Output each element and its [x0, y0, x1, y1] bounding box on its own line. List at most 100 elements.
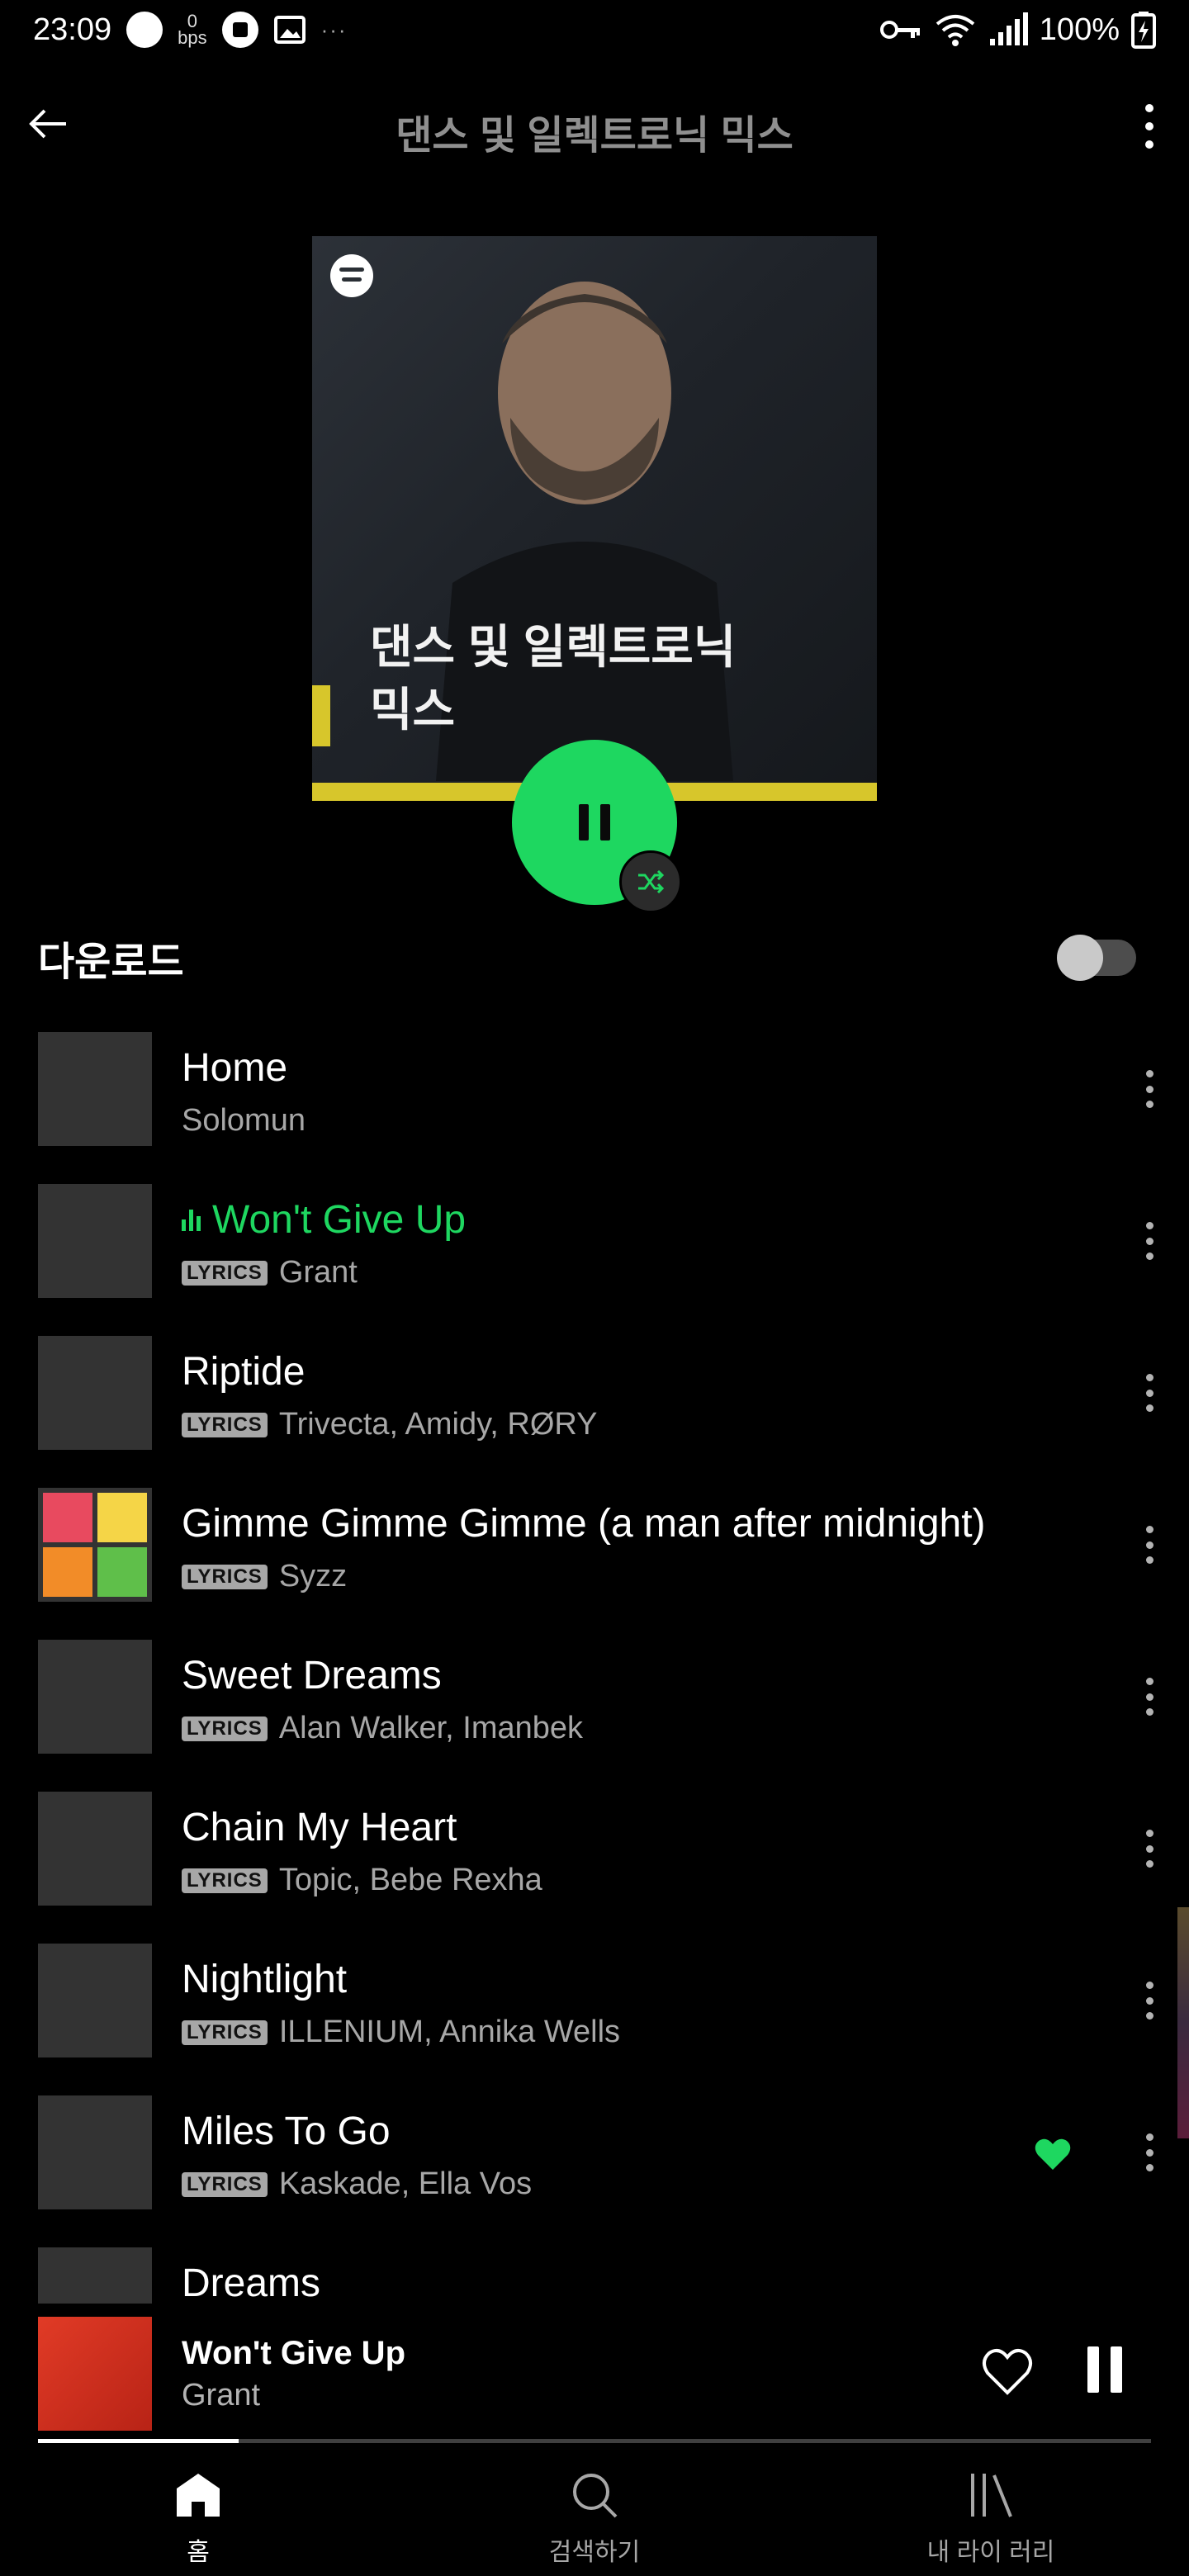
track-more-button[interactable] [1133, 1364, 1166, 1422]
track-row[interactable]: Riptide LYRICS Trivecta, Amidy, RØRY [0, 1324, 1189, 1476]
playlist-header: 댄스 및 일렉트로닉 믹스 [0, 83, 1189, 173]
now-playing-title: Won't Give Up [182, 2335, 405, 2371]
track-subtitle: LYRICS Trivecta, Amidy, RØRY [182, 1407, 598, 1442]
track-title: Nightlight [182, 1958, 348, 2001]
track-subtitle: LYRICS Topic, Bebe Rexha [182, 1863, 542, 1898]
track-row[interactable]: Gimme Gimme Gimme (a man after midnight)… [0, 1476, 1189, 1628]
track-row[interactable]: Miles To Go LYRICS Kaskade, Ella Vos [0, 2084, 1189, 2236]
nav-library[interactable]: 내 라이 러리 [793, 2452, 1189, 2576]
track-row[interactable]: Home Solomun [0, 1020, 1189, 1172]
cover-title-line1: 댄스 및 일렉트로닉 [370, 621, 737, 673]
track-artist: Trivecta, Amidy, RØRY [278, 1407, 598, 1442]
track-title: Riptide [182, 1350, 306, 1394]
cover-title-line2: 믹스 [370, 684, 456, 736]
track-subtitle: LYRICS Grant [182, 1255, 358, 1290]
spotify-status-icon [126, 12, 163, 48]
status-bar: 23:09 0 bps ··· 100% [0, 0, 1189, 59]
track-row[interactable]: Won't Give Up LYRICS Grant [0, 1172, 1189, 1324]
track-artist: Syzz [278, 1559, 348, 1593]
track-subtitle: LYRICS Syzz [182, 1559, 347, 1594]
playlist-cover: 댄스 및 일렉트로닉 믹스 [312, 236, 877, 801]
album-art [38, 1640, 152, 1754]
album-art [38, 1032, 152, 1146]
network-speed: 0 bps [178, 12, 207, 48]
lyrics-badge: LYRICS [182, 1260, 268, 1286]
nav-search[interactable]: 검색하기 [396, 2452, 793, 2576]
now-playing-equalizer-icon [182, 1209, 201, 1231]
like-heart-icon[interactable] [981, 2346, 1034, 2396]
track-more-button[interactable] [1133, 1060, 1166, 1118]
now-playing-bar[interactable]: Won't Give Up Grant [0, 2304, 1189, 2444]
nav-library-label: 내 라이 러리 [926, 2539, 1055, 2566]
track-more-button[interactable] [1133, 1212, 1166, 1270]
track-title: Dreams [182, 2261, 321, 2305]
album-art [38, 1944, 152, 2057]
now-playing-pause-button[interactable] [1082, 2346, 1128, 2396]
cover-accent-bar [312, 685, 330, 746]
track-artist: Alan Walker, Imanbek [278, 1711, 584, 1745]
track-more-button[interactable] [1133, 2124, 1166, 2181]
now-playing-artist: Grant [182, 2378, 261, 2413]
album-art [38, 1336, 152, 1450]
album-art [38, 2095, 152, 2209]
track-title-text: Won't Give Up [212, 1198, 467, 1242]
track-artist: Topic, Bebe Rexha [278, 1863, 542, 1897]
track-row[interactable]: Chain My Heart LYRICS Topic, Bebe Rexha [0, 1780, 1189, 1932]
vpn-key-icon [879, 21, 920, 39]
track-title: Home [182, 1046, 288, 1090]
track-row[interactable]: Sweet Dreams LYRICS Alan Walker, Imanbek [0, 1628, 1189, 1780]
library-icon [964, 2469, 1017, 2522]
pause-icon [579, 804, 610, 841]
page-title: 댄스 및 일렉트로닉 믹스 [396, 114, 793, 158]
track-artist: ILLENIUM, Annika Wells [278, 2015, 621, 2049]
album-art [38, 1488, 152, 1602]
liked-heart-icon[interactable] [1034, 2137, 1072, 2171]
lyrics-badge: LYRICS [182, 1564, 268, 1589]
track-artist: Grant [278, 1255, 358, 1290]
image-status-icon [273, 16, 306, 44]
stop-status-icon [221, 12, 258, 48]
more-vertical-icon [1145, 104, 1153, 149]
more-notifications-icon: ··· [320, 17, 348, 42]
track-subtitle: LYRICS Kaskade, Ella Vos [182, 2166, 532, 2202]
album-art [38, 1792, 152, 1906]
track-title: Won't Give Up [182, 1197, 466, 1243]
track-more-button[interactable] [1133, 1972, 1166, 2029]
download-row: 다운로드 [38, 925, 1136, 991]
track-subtitle: Solomun [182, 1103, 306, 1139]
now-playing-album-art [38, 2317, 152, 2431]
track-title: Gimme Gimme Gimme (a man after midnight) [182, 1502, 986, 1546]
lyrics-badge: LYRICS [182, 2020, 268, 2045]
wifi-icon [936, 15, 975, 46]
track-subtitle: LYRICS ILLENIUM, Annika Wells [182, 2015, 620, 2050]
toggle-knob [1057, 935, 1103, 981]
track-more-button[interactable] [1133, 1668, 1166, 1726]
download-toggle[interactable] [1057, 935, 1136, 981]
battery-charging-icon [1131, 12, 1156, 49]
nav-home[interactable]: 홈 [0, 2452, 396, 2576]
track-list: Home Solomun Won't Give Up LYRICS Grant R… [0, 1020, 1189, 2388]
shuffle-button[interactable] [619, 850, 682, 913]
playback-progress-fill [38, 2439, 239, 2443]
track-more-button[interactable] [1133, 1820, 1166, 1878]
home-icon [172, 2469, 225, 2522]
track-more-button[interactable] [1133, 1516, 1166, 1574]
network-speed-unit: bps [178, 27, 207, 48]
lyrics-badge: LYRICS [182, 2171, 268, 2197]
search-icon [568, 2469, 621, 2522]
track-artist: Kaskade, Ella Vos [278, 2166, 533, 2201]
lyrics-badge: LYRICS [182, 1716, 268, 1741]
playback-progress [38, 2439, 1151, 2443]
status-time: 23:09 [33, 12, 112, 47]
album-art [38, 1184, 152, 1298]
nav-search-label: 검색하기 [548, 2539, 641, 2566]
lyrics-badge: LYRICS [182, 1412, 268, 1437]
more-options-button[interactable] [1133, 97, 1166, 155]
track-row[interactable]: Nightlight LYRICS ILLENIUM, Annika Wells [0, 1932, 1189, 2084]
track-artist: Solomun [182, 1103, 306, 1138]
battery-percent: 100% [1039, 12, 1120, 47]
bottom-navigation: 홈 검색하기 내 라이 러리 [0, 2452, 1189, 2576]
scroll-indicator[interactable] [1177, 1907, 1189, 2138]
nav-home-label: 홈 [187, 2539, 210, 2566]
shuffle-icon [638, 870, 665, 893]
